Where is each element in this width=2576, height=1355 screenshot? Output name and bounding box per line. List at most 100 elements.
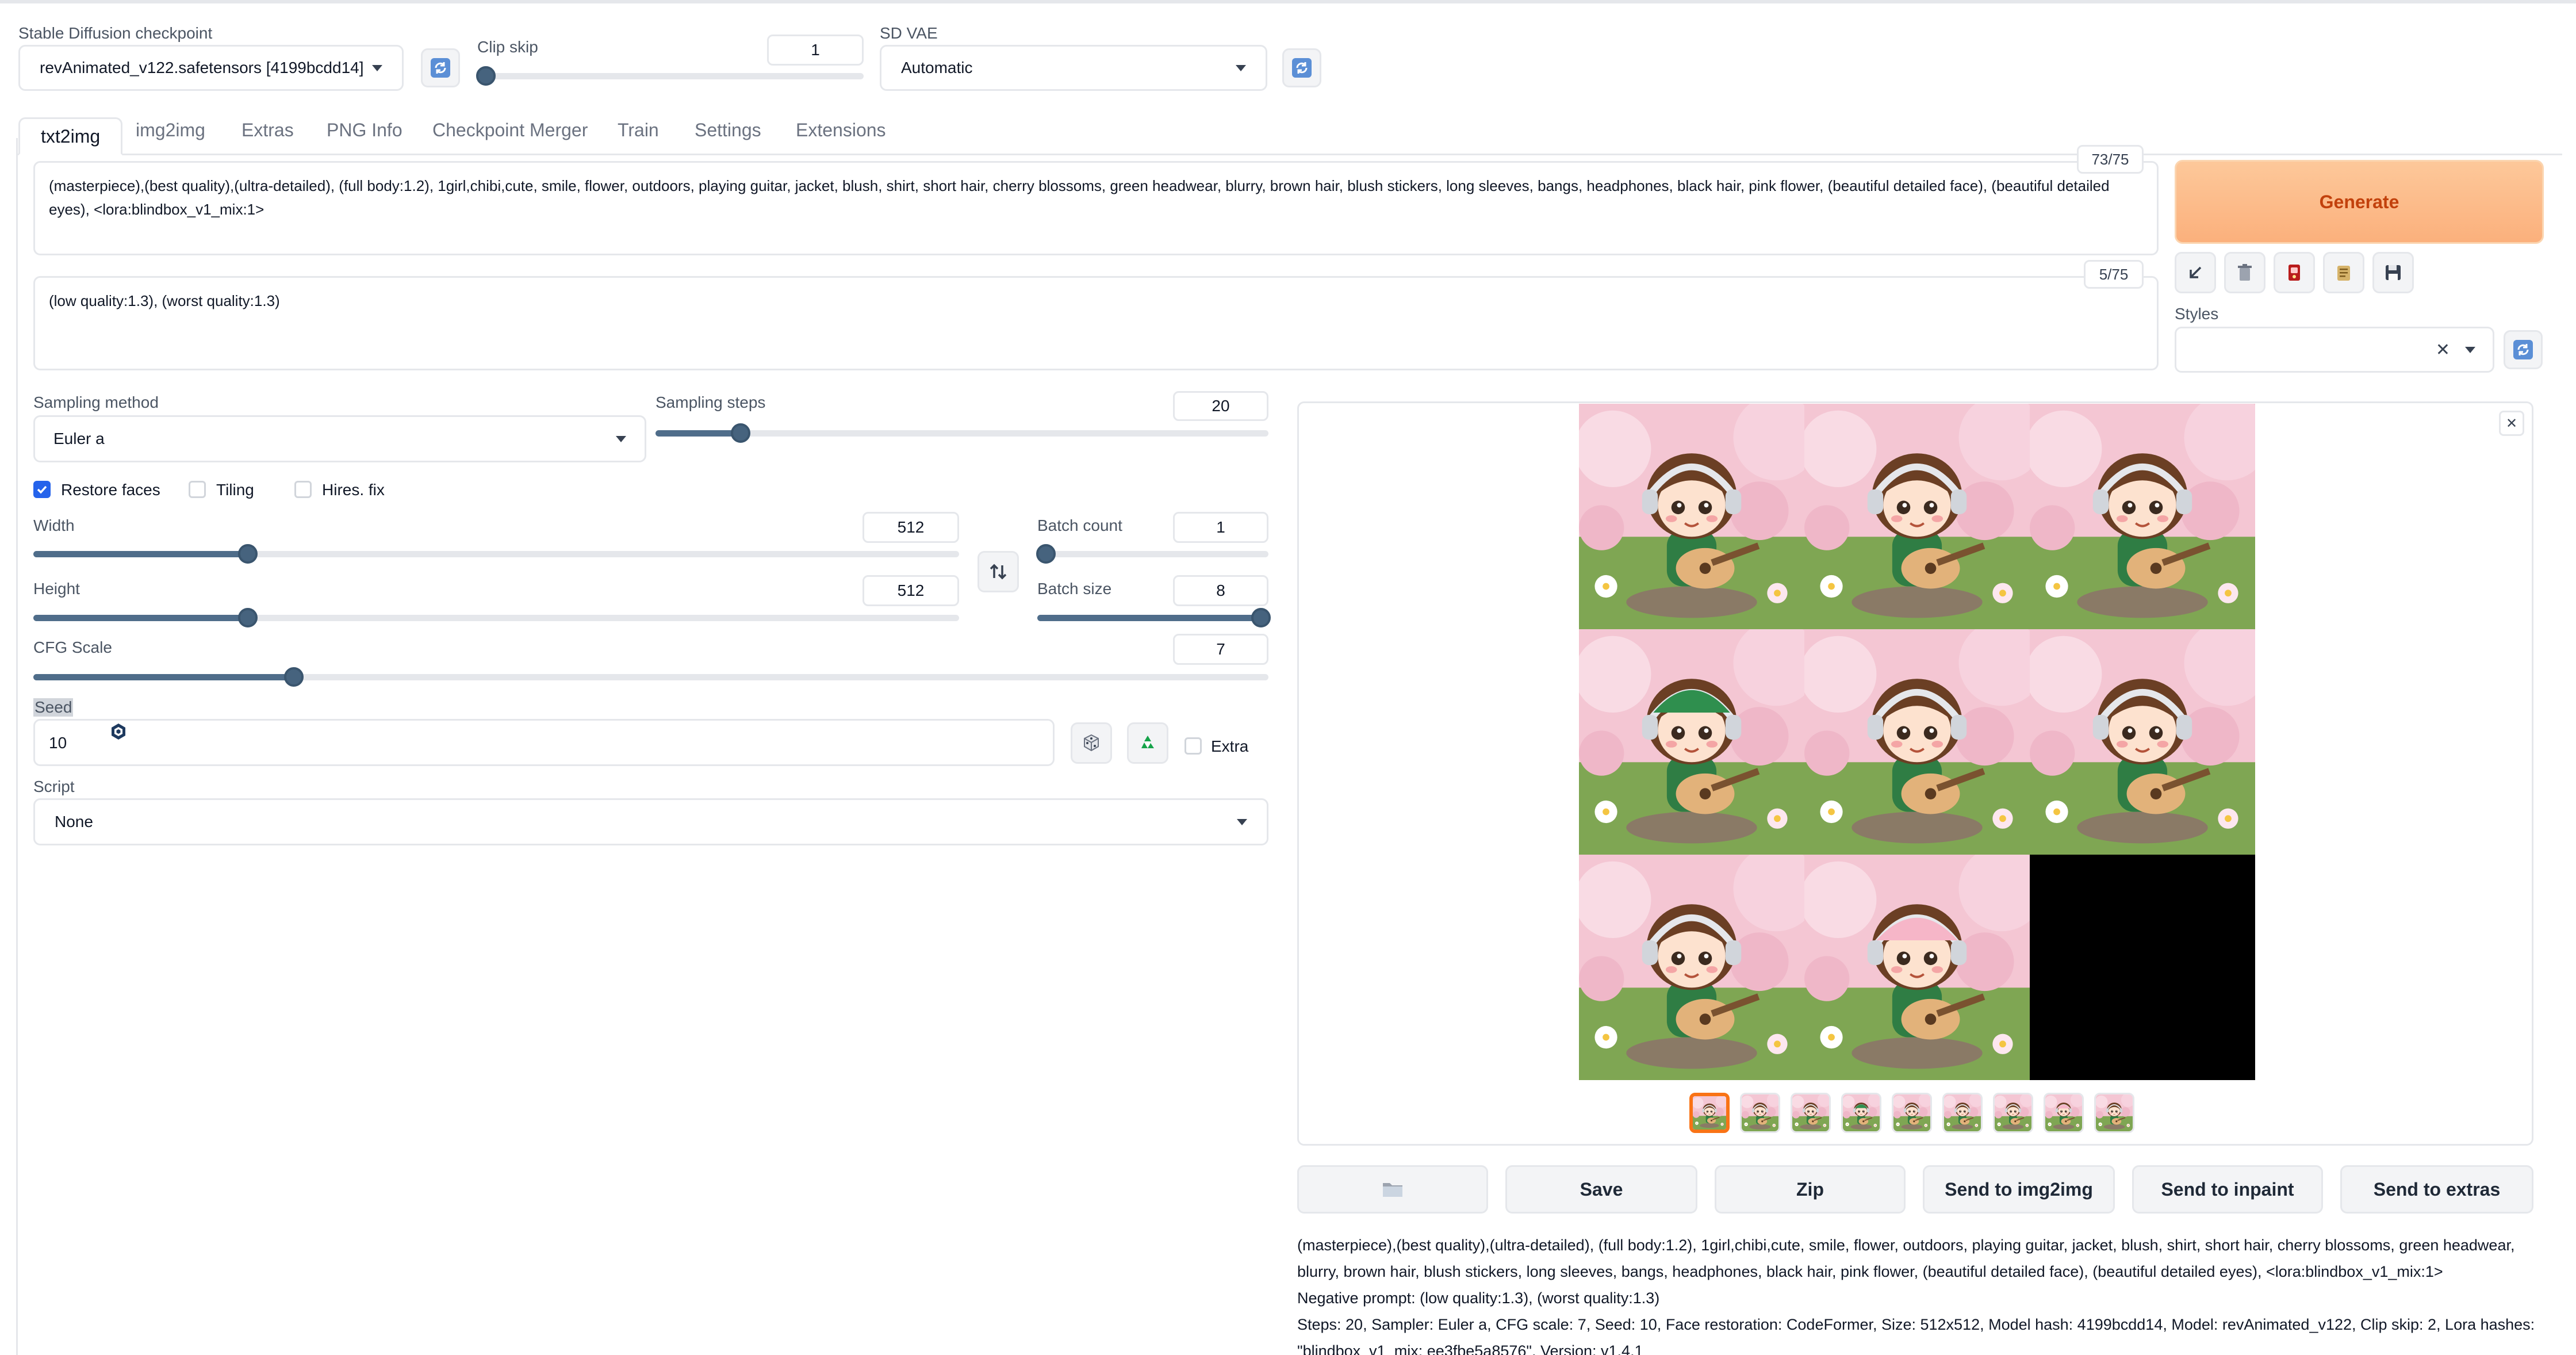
batch-size-slider-track[interactable]: [1037, 615, 1268, 621]
batch-count-slider-thumb[interactable]: [1036, 544, 1056, 564]
seed-input[interactable]: 10: [33, 719, 1055, 766]
generated-image[interactable]: [1579, 629, 1804, 855]
close-gallery-icon[interactable]: ✕: [2499, 411, 2524, 436]
trash-icon: [2238, 264, 2252, 281]
generated-image[interactable]: [2030, 629, 2255, 855]
tab-txt2img[interactable]: txt2img: [18, 117, 123, 155]
sampling-steps-input[interactable]: 20: [1173, 391, 1268, 421]
thumbnail-image[interactable]: [2044, 1093, 2084, 1133]
thumbnail-image[interactable]: [1993, 1093, 2033, 1133]
sampling-steps-slider-fill: [656, 430, 740, 437]
read-params-button[interactable]: [2175, 252, 2216, 293]
zip-button[interactable]: Zip: [1715, 1165, 1906, 1214]
chevron-down-icon: [1236, 64, 1246, 71]
send-to-extras-button[interactable]: Send to extras: [2340, 1165, 2533, 1214]
save-style-button[interactable]: [2372, 252, 2414, 293]
sampling-method-value: Euler a: [53, 430, 105, 447]
info-negative-line: Negative prompt: (low quality:1.3), (wor…: [1297, 1289, 1660, 1307]
open-folder-button[interactable]: [1297, 1165, 1488, 1214]
chevron-down-icon: [1237, 818, 1247, 825]
clear-prompt-button[interactable]: [2224, 252, 2266, 293]
width-input[interactable]: 512: [862, 512, 959, 543]
tab-png-info[interactable]: PNG Info: [327, 120, 402, 141]
clip-skip-input[interactable]: 1: [767, 35, 864, 66]
apply-styles-button[interactable]: [2323, 252, 2364, 293]
cfg-scale-input[interactable]: 7: [1173, 634, 1268, 665]
save-button[interactable]: Save: [1505, 1165, 1697, 1214]
refresh-icon: [1292, 58, 1312, 78]
tab-extensions[interactable]: Extensions: [796, 120, 886, 141]
batch-count-input[interactable]: 1: [1173, 512, 1268, 543]
clear-x-icon[interactable]: ✕: [2436, 340, 2450, 360]
clip-skip-slider-thumb[interactable]: [476, 66, 496, 86]
swap-arrows-icon: [990, 564, 1007, 580]
hires-fix-checkbox[interactable]: [294, 481, 312, 498]
vae-dropdown[interactable]: Automatic: [880, 45, 1267, 91]
batch-size-input[interactable]: 8: [1173, 575, 1268, 606]
show-extra-networks-button[interactable]: [2274, 252, 2315, 293]
image-grid[interactable]: [1579, 404, 2255, 1080]
script-dropdown[interactable]: None: [33, 798, 1268, 845]
random-seed-button[interactable]: [1071, 722, 1112, 764]
sampling-method-dropdown[interactable]: Euler a: [33, 415, 646, 462]
send-to-img2img-button[interactable]: Send to img2img: [1923, 1165, 2115, 1214]
tab-extras[interactable]: Extras: [241, 120, 294, 141]
refresh-styles-button[interactable]: [2504, 330, 2543, 369]
sampling-method-label: Sampling method: [33, 393, 159, 411]
tab-train[interactable]: Train: [618, 120, 659, 141]
restore-faces-checkbox[interactable]: [33, 481, 51, 498]
refresh-vae-button[interactable]: [1282, 48, 1321, 87]
clip-skip-slider-track[interactable]: [477, 73, 864, 79]
checkpoint-dropdown[interactable]: revAnimated_v122.safetensors [4199bcdd14…: [18, 45, 404, 91]
generated-image[interactable]: [1579, 404, 1804, 629]
negative-prompt-textarea[interactable]: (low quality:1.3), (worst quality:1.3): [33, 276, 2159, 370]
tab-checkpoint-merger[interactable]: Checkpoint Merger: [432, 120, 588, 141]
tiling-checkbox[interactable]: [189, 481, 206, 498]
generated-image[interactable]: [1804, 855, 2030, 1080]
cfg-scale-slider-thumb[interactable]: [284, 667, 304, 687]
extension-badge-icon[interactable]: [107, 720, 130, 743]
height-slider-track[interactable]: [33, 615, 959, 621]
thumbnail-grid-preview[interactable]: [1689, 1093, 1730, 1133]
thumbnail-image[interactable]: [1942, 1093, 1983, 1133]
tab-img2img[interactable]: img2img: [136, 120, 205, 141]
sampling-steps-slider-thumb[interactable]: [731, 423, 750, 443]
info-params-line-2: "blindbox_v1_mix: ee3fbe5a8576", Version…: [1297, 1342, 1643, 1355]
thumbnail-image[interactable]: [2094, 1093, 2134, 1133]
batch-size-label: Batch size: [1037, 580, 1112, 598]
batch-count-slider-track[interactable]: [1037, 551, 1268, 557]
send-to-inpaint-button[interactable]: Send to inpaint: [2132, 1165, 2323, 1214]
thumbnail-image[interactable]: [1740, 1093, 1780, 1133]
height-slider-thumb[interactable]: [238, 608, 258, 627]
height-slider-fill: [33, 615, 248, 621]
batch-count-label: Batch count: [1037, 516, 1122, 534]
batch-size-slider-thumb[interactable]: [1251, 608, 1271, 627]
left-frame-line: [16, 138, 18, 1355]
thumbnail-image[interactable]: [1892, 1093, 1932, 1133]
hires-fix-label: Hires. fix: [322, 481, 385, 499]
thumbnail-strip[interactable]: [1689, 1093, 2149, 1136]
height-input[interactable]: 512: [862, 575, 959, 606]
generated-image[interactable]: [1579, 855, 1804, 1080]
vae-value: Automatic: [901, 59, 973, 76]
swap-dimensions-button[interactable]: [977, 551, 1019, 592]
sampling-steps-label: Sampling steps: [656, 393, 766, 411]
styles-dropdown[interactable]: ✕: [2175, 327, 2494, 373]
generated-image[interactable]: [2030, 404, 2255, 629]
generated-image[interactable]: [1804, 404, 2030, 629]
checkpoint-value: revAnimated_v122.safetensors [4199bcdd14…: [40, 59, 364, 76]
tab-settings[interactable]: Settings: [695, 120, 761, 141]
reuse-seed-button[interactable]: [1127, 722, 1168, 764]
generate-button[interactable]: Generate: [2175, 160, 2544, 244]
refresh-checkpoint-button[interactable]: [421, 48, 460, 87]
thumbnail-image[interactable]: [1791, 1093, 1831, 1133]
generation-info: (masterpiece),(best quality),(ultra-deta…: [1297, 1232, 2551, 1355]
generated-image[interactable]: [1804, 629, 2030, 855]
seed-value: 10: [49, 733, 67, 752]
width-slider-thumb[interactable]: [238, 544, 258, 564]
cfg-scale-slider-track[interactable]: [33, 674, 1268, 680]
extra-seed-checkbox[interactable]: [1184, 737, 1202, 755]
prompt-textarea[interactable]: (masterpiece),(best quality),(ultra-deta…: [33, 161, 2159, 255]
thumbnail-image[interactable]: [1841, 1093, 1881, 1133]
width-slider-track[interactable]: [33, 551, 959, 557]
